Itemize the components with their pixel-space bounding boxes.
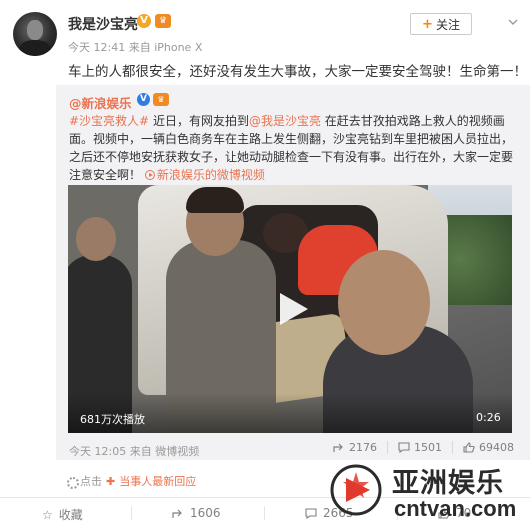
repost-card: @新浪娱乐 V ♛ #沙宝亮救人# 近日，有网友拍到@我是沙宝亮 在赶去甘孜拍戏… xyxy=(56,85,530,460)
repost-meta: 今天 12:05 来自 微博视频 xyxy=(69,445,200,458)
repost-comment-stat[interactable]: 1501 xyxy=(387,441,442,454)
author-avatar[interactable] xyxy=(13,12,57,56)
video-play-count: 681万次播放 xyxy=(80,413,145,426)
avatar-face xyxy=(27,20,43,40)
watermark-en: cntvan.com xyxy=(394,496,517,521)
comment-icon xyxy=(305,507,317,519)
verified-v-icon: V xyxy=(137,93,150,106)
repost-comment-count: 1501 xyxy=(414,441,442,454)
author-name[interactable]: 我是沙宝亮 xyxy=(68,14,138,34)
vip-crown-icon: ♛ xyxy=(155,14,171,28)
vip-crown-icon: ♛ xyxy=(153,93,169,106)
video-person-head xyxy=(338,250,430,355)
thumbs-up-icon xyxy=(463,442,475,453)
repost-like-count: 69408 xyxy=(479,441,514,454)
comment-icon xyxy=(398,442,410,453)
favorite-button[interactable]: ☆ 收藏 xyxy=(42,506,83,523)
repost-share-stat[interactable]: 2176 xyxy=(333,441,377,454)
star-icon: ☆ xyxy=(42,507,53,522)
replies-prefix: 点击 xyxy=(80,475,102,488)
share-button[interactable]: 1606 xyxy=(172,506,221,520)
play-circle-icon xyxy=(144,170,155,180)
repost-text: #沙宝亮救人# 近日，有网友拍到@我是沙宝亮 在赶去甘孜拍戏路上救人的视频画面。… xyxy=(69,112,519,184)
pin-icon: ✚ xyxy=(106,474,116,488)
video-player[interactable]: 681万次播放 0:26 xyxy=(68,185,512,433)
favorite-label: 收藏 xyxy=(58,508,83,522)
star-logo-icon xyxy=(330,464,382,516)
watermark-cn: 亚洲娱乐 xyxy=(392,468,504,499)
video-link-label: 新浪娱乐的微博视频 xyxy=(156,168,265,182)
chevron-down-icon[interactable] xyxy=(508,19,518,25)
latest-response-link[interactable]: 点击 ✚ 当事人最新回应 xyxy=(66,473,196,489)
video-link[interactable]: 新浪娱乐的微博视频 xyxy=(144,168,265,182)
share-icon xyxy=(172,509,182,518)
video-person-head xyxy=(76,217,116,261)
verified-v-icon: V xyxy=(137,14,151,28)
replies-label: 当事人最新回应 xyxy=(119,475,197,488)
watermark: 亚洲娱乐 cntvan.com xyxy=(328,458,530,526)
repost-stats: 2176 1501 69408 xyxy=(333,441,514,454)
video-duration: 0:26 xyxy=(476,411,501,424)
repost-like-stat[interactable]: 69408 xyxy=(452,441,514,454)
repost-author[interactable]: @新浪娱乐 xyxy=(69,93,132,112)
weibo-post: 我是沙宝亮 V ♛ 今天 12:41 来自 iPhone X + 关注 车上的人… xyxy=(0,0,530,526)
action-divider xyxy=(131,506,132,520)
video-person-hair xyxy=(186,187,244,213)
action-divider xyxy=(264,506,265,520)
hashtag-link[interactable]: #沙宝亮救人# xyxy=(69,114,149,128)
play-icon[interactable] xyxy=(270,289,310,329)
post-meta: 今天 12:41 来自 iPhone X xyxy=(68,41,203,54)
avatar-body xyxy=(19,40,51,56)
follow-button[interactable]: + 关注 xyxy=(410,13,472,35)
repost-text-part1: 近日，有网友拍到 xyxy=(149,114,249,128)
share-icon xyxy=(333,443,343,452)
flower-icon xyxy=(66,476,79,489)
post-text: 车上的人都很安全，还好没有发生大事故，大家一定要安全驾驶！生命第一！ xyxy=(68,64,527,80)
follow-label: 关注 xyxy=(435,17,460,32)
repost-share-count: 2176 xyxy=(349,441,377,454)
mention-link[interactable]: @我是沙宝亮 xyxy=(249,114,321,128)
plus-icon: + xyxy=(422,16,433,32)
share-count: 1606 xyxy=(190,506,221,520)
